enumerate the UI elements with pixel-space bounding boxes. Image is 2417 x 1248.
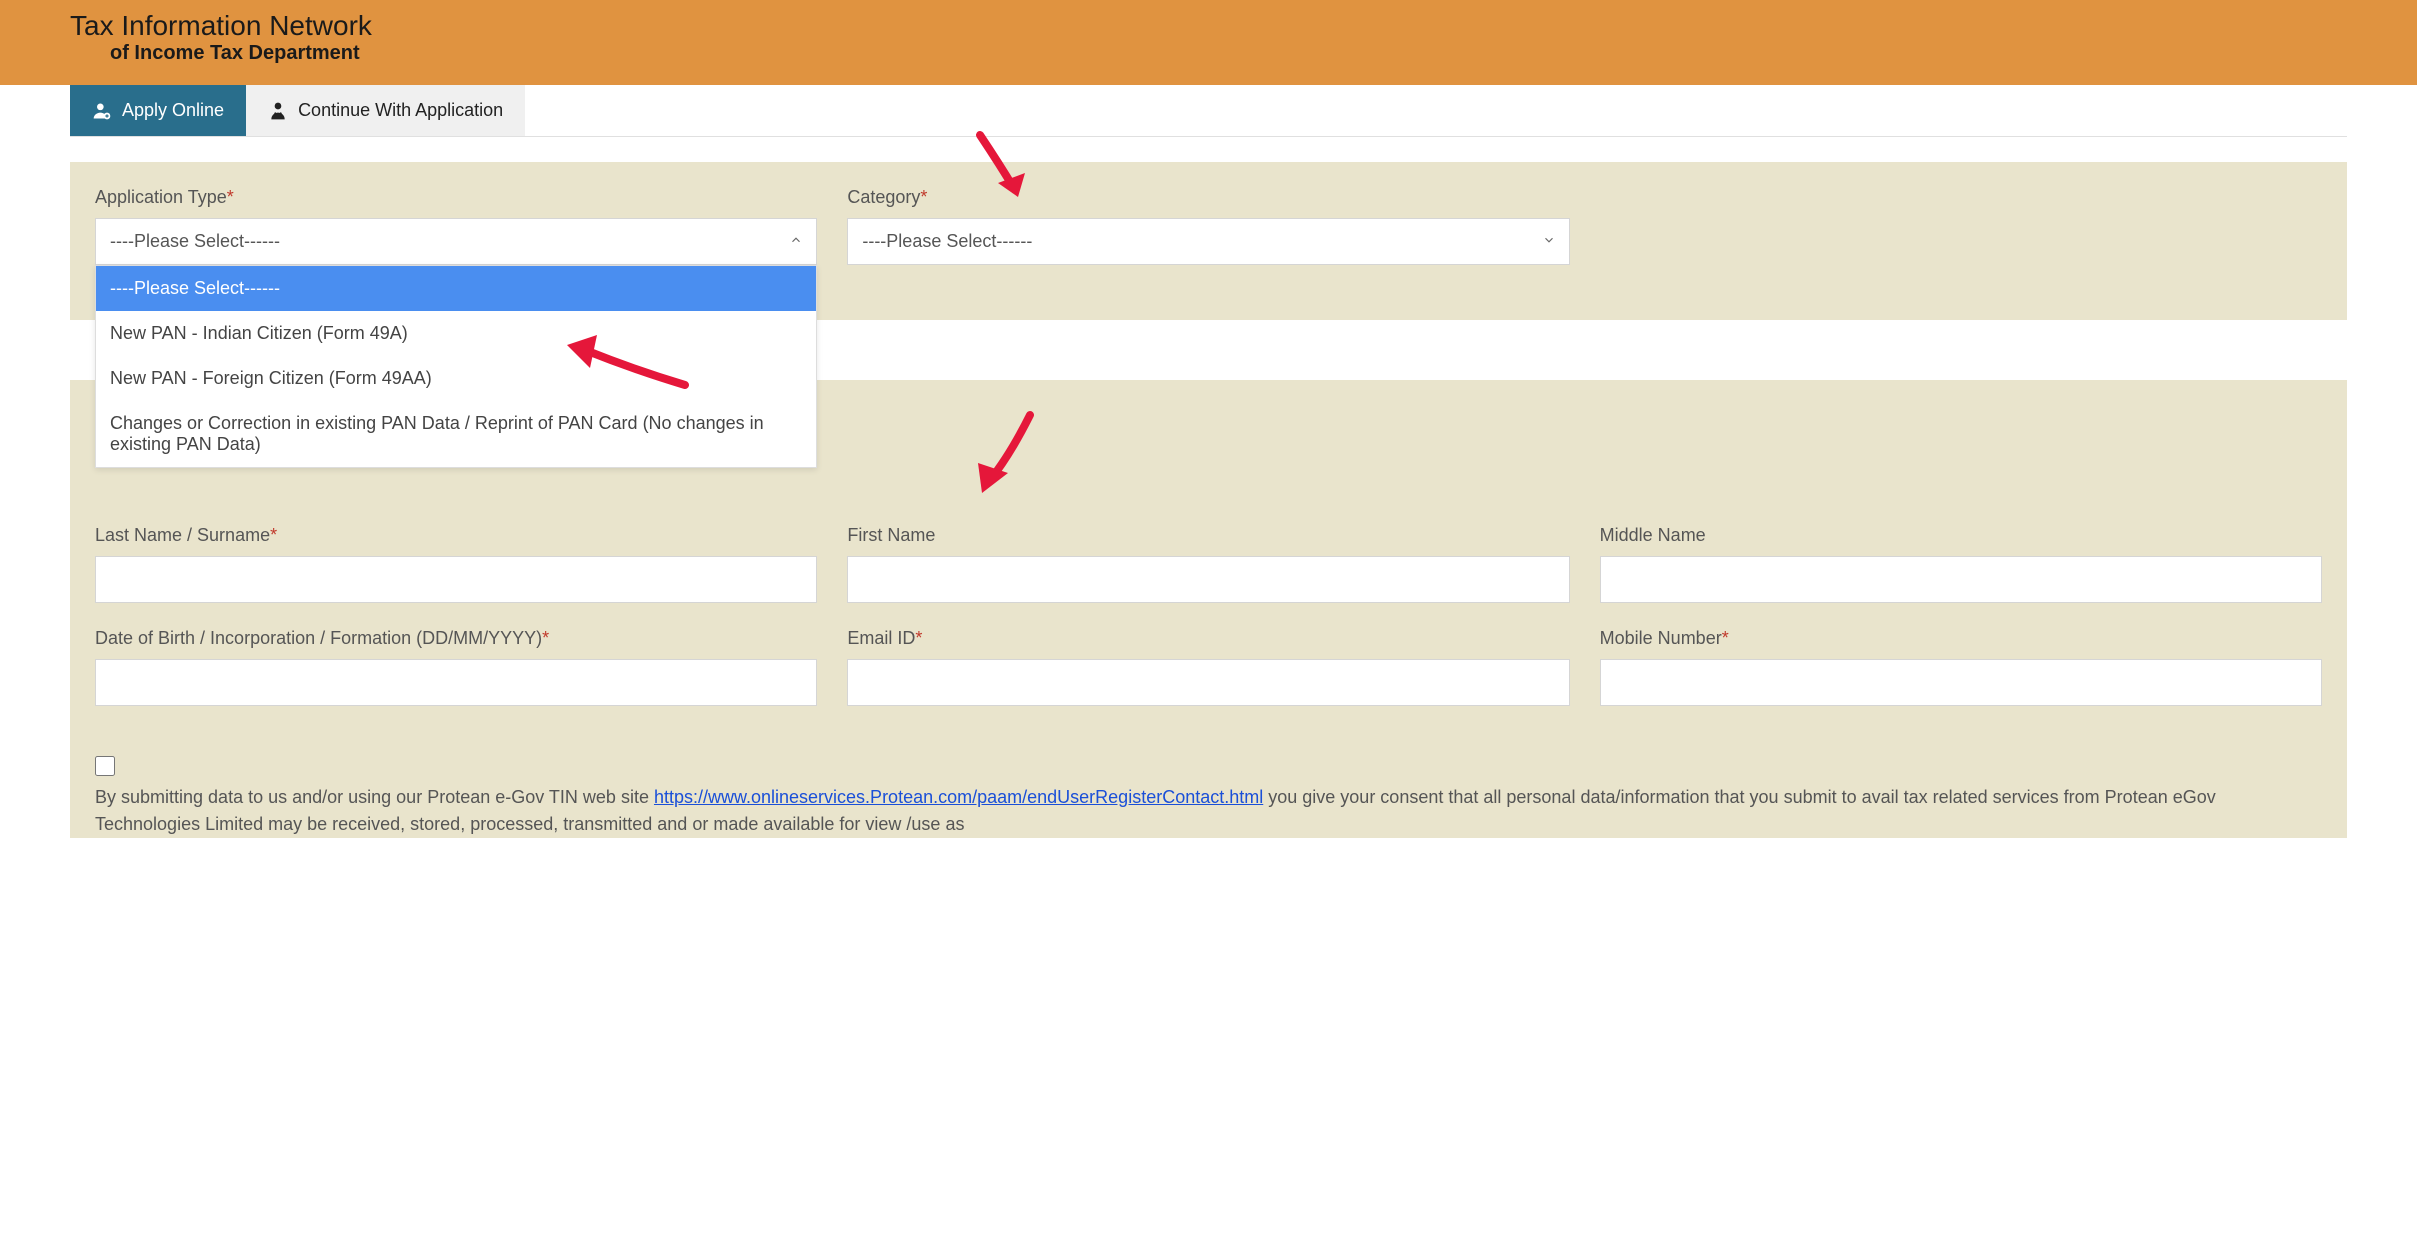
middle-name-input[interactable] <box>1600 556 2322 603</box>
consent-text: By submitting data to us and/or using ou… <box>95 784 2322 838</box>
tab-apply-online-label: Apply Online <box>122 100 224 121</box>
required-mark: * <box>270 525 277 545</box>
dropdown-option-new-pan-indian[interactable]: New PAN - Indian Citizen (Form 49A) <box>96 311 816 356</box>
email-group: Email ID* <box>847 628 1569 706</box>
spacer-group <box>1600 187 2322 265</box>
category-group: Category* ----Please Select------ <box>847 187 1569 265</box>
mobile-label: Mobile Number* <box>1600 628 2322 649</box>
consent-checkbox[interactable] <box>95 756 115 776</box>
tabs-container: Apply Online Continue With Application <box>70 85 2347 137</box>
required-mark: * <box>542 628 549 648</box>
required-mark: * <box>227 187 234 207</box>
consent-section: By submitting data to us and/or using ou… <box>70 741 2347 838</box>
required-mark: * <box>920 187 927 207</box>
first-name-input[interactable] <box>847 556 1569 603</box>
dob-label: Date of Birth / Incorporation / Formatio… <box>95 628 817 649</box>
email-input[interactable] <box>847 659 1569 706</box>
first-name-label: First Name <box>847 525 1569 546</box>
dob-group: Date of Birth / Incorporation / Formatio… <box>95 628 817 706</box>
dob-input[interactable] <box>95 659 817 706</box>
tab-continue-label: Continue With Application <box>298 100 503 121</box>
category-label: Category* <box>847 187 1569 208</box>
required-mark: * <box>1722 628 1729 648</box>
header-subtitle: of Income Tax Department <box>70 42 2347 65</box>
tab-apply-online[interactable]: Apply Online <box>70 85 246 136</box>
page-header: Tax Information Network of Income Tax De… <box>0 0 2417 85</box>
required-mark: * <box>915 628 922 648</box>
mobile-input[interactable] <box>1600 659 2322 706</box>
user-add-icon <box>92 101 112 121</box>
application-type-label: Application Type* <box>95 187 817 208</box>
user-continue-icon <box>268 101 288 121</box>
header-title: Tax Information Network <box>70 10 2347 42</box>
dropdown-option-changes-correction[interactable]: Changes or Correction in existing PAN Da… <box>96 401 816 467</box>
last-name-input[interactable] <box>95 556 817 603</box>
middle-name-label: Middle Name <box>1600 525 2322 546</box>
application-type-group: Application Type* ----Please Select-----… <box>95 187 817 265</box>
dropdown-option-new-pan-foreign[interactable]: New PAN - Foreign Citizen (Form 49AA) <box>96 356 816 401</box>
application-type-dropdown: ----Please Select------ New PAN - Indian… <box>95 265 817 468</box>
dropdown-option-please-select[interactable]: ----Please Select------ <box>96 266 816 311</box>
first-name-group: First Name <box>847 525 1569 603</box>
tab-continue[interactable]: Continue With Application <box>246 85 525 136</box>
last-name-group: Last Name / Surname* <box>95 525 817 603</box>
form-section-top: Application Type* ----Please Select-----… <box>70 162 2347 320</box>
application-type-select[interactable]: ----Please Select------ <box>95 218 817 265</box>
middle-name-group: Middle Name <box>1600 525 2322 603</box>
email-label: Email ID* <box>847 628 1569 649</box>
consent-link[interactable]: https://www.onlineservices.Protean.com/p… <box>654 787 1263 807</box>
mobile-group: Mobile Number* <box>1600 628 2322 706</box>
category-select[interactable]: ----Please Select------ <box>847 218 1569 265</box>
last-name-label: Last Name / Surname* <box>95 525 817 546</box>
